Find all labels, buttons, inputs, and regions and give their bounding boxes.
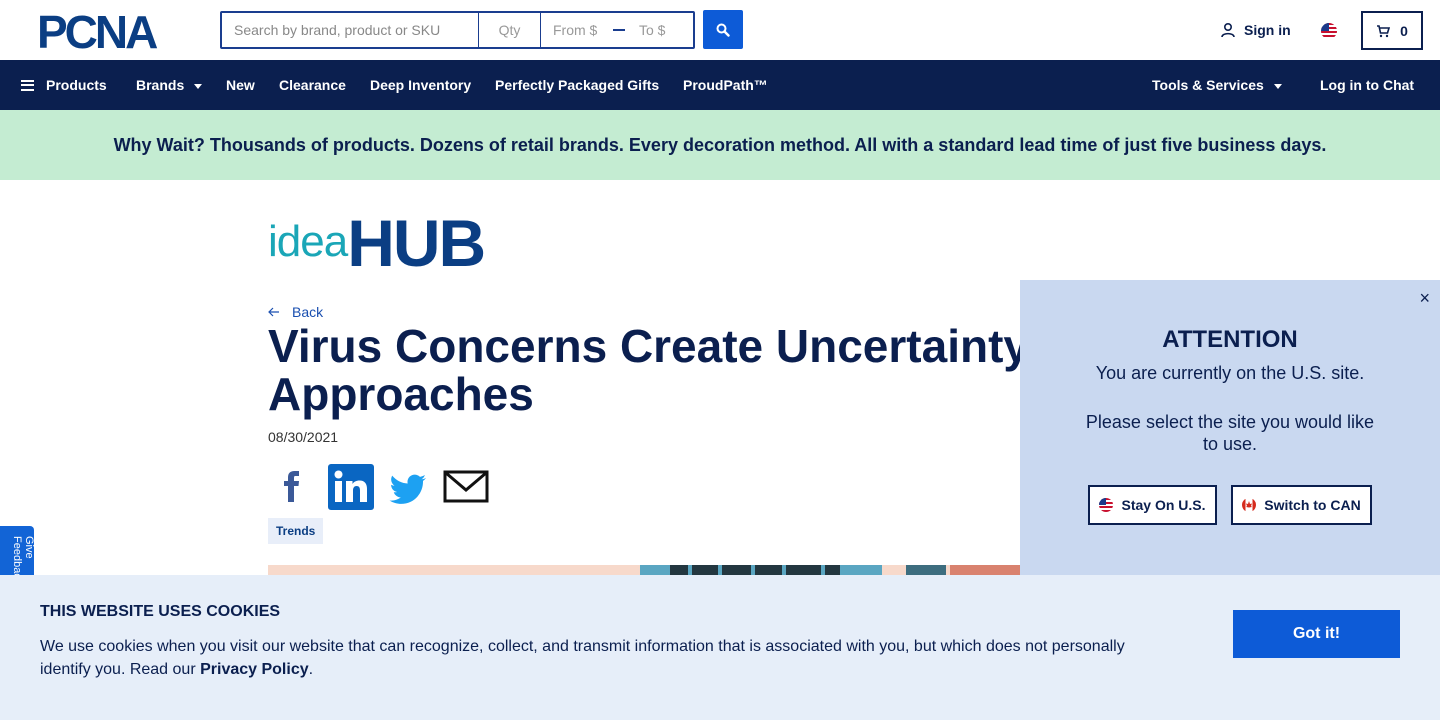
nav-new-label: New: [226, 77, 255, 93]
us-flag-icon: [1099, 498, 1114, 512]
nav-products-label: Products: [46, 77, 107, 93]
nav-new[interactable]: New: [226, 60, 255, 110]
nav-tools[interactable]: Tools & Services: [1152, 60, 1282, 110]
back-link[interactable]: Back: [268, 304, 323, 320]
switch-can-label: Switch to CAN: [1264, 497, 1361, 513]
cookie-body: We use cookies when you visit our websit…: [40, 635, 1160, 681]
pcna-logo[interactable]: PCNA: [37, 12, 184, 50]
price-to-input[interactable]: To $: [627, 13, 693, 47]
sign-in-label: Sign in: [1244, 22, 1291, 38]
nav-gifts-label: Perfectly Packaged Gifts: [495, 77, 660, 93]
nav-proudpath[interactable]: ProudPath™: [683, 60, 768, 110]
tag-badge[interactable]: Trends: [268, 518, 324, 544]
nav-gifts[interactable]: Perfectly Packaged Gifts: [495, 60, 659, 110]
email-icon[interactable]: [442, 464, 490, 510]
cookie-banner: THIS WEBSITE USES COOKIES We use cookies…: [0, 575, 1440, 720]
modal-title: ATTENTION: [1162, 326, 1298, 353]
search-bar: Search by brand, product or SKU Qty From…: [220, 11, 695, 49]
modal-instruction: Please select the site you would like to…: [1085, 412, 1375, 454]
twitter-icon[interactable]: [386, 464, 430, 510]
promo-banner: Why Wait? Thousands of products. Dozens …: [0, 110, 1440, 180]
nav-brands[interactable]: Brands: [136, 60, 203, 110]
nav-brands-label: Brands: [136, 77, 185, 93]
nav-clearance[interactable]: Clearance: [279, 60, 346, 110]
back-label: Back: [292, 304, 324, 320]
cart-count: 0: [1400, 22, 1408, 39]
main-nav: Products Brands New Clearance Deep Inven…: [0, 60, 1440, 110]
price-from-input[interactable]: From $: [541, 13, 611, 47]
cart-button[interactable]: 0: [1361, 11, 1423, 50]
privacy-policy-link[interactable]: Privacy Policy: [200, 661, 309, 678]
close-icon[interactable]: ×: [1419, 288, 1430, 309]
modal-current-site: You are currently on the U.S. site.: [1095, 363, 1365, 383]
us-flag-icon[interactable]: [1321, 23, 1337, 39]
nav-deep-inventory-label: Deep Inventory: [370, 77, 472, 93]
sign-in-link[interactable]: Sign in: [1220, 22, 1291, 38]
promo-text: Why Wait? Thousands of products. Dozens …: [113, 134, 1327, 155]
nav-proudpath-label: ProudPath™: [683, 77, 768, 93]
nav-chat[interactable]: Log in to Chat: [1320, 60, 1414, 110]
got-it-button[interactable]: Got it!: [1233, 610, 1400, 658]
region-modal: × ATTENTION You are currently on the U.S…: [1020, 280, 1440, 580]
nav-deep-inventory[interactable]: Deep Inventory: [370, 60, 471, 110]
linkedin-icon[interactable]: [328, 464, 374, 510]
menu-icon: [21, 79, 34, 91]
user-icon: [1221, 22, 1235, 38]
stay-us-button[interactable]: Stay On U.S.: [1088, 485, 1217, 525]
ideahub-hub: HUB: [347, 206, 486, 280]
ideahub-idea: idea: [268, 217, 348, 266]
nav-tools-label: Tools & Services: [1152, 77, 1264, 93]
chevron-down-icon: [1273, 83, 1282, 89]
ideahub-logo[interactable]: idea HUB: [268, 206, 486, 280]
nav-clearance-label: Clearance: [279, 77, 346, 93]
search-button[interactable]: [703, 10, 743, 49]
article-date: 08/30/2021: [268, 429, 339, 445]
price-range-dash: [611, 13, 627, 47]
nav-products[interactable]: Products: [21, 60, 107, 110]
arrow-left-icon: [268, 307, 279, 317]
search-icon: [716, 23, 730, 37]
cart-icon: [1377, 24, 1391, 37]
switch-can-button[interactable]: Switch to CAN: [1231, 485, 1372, 525]
nav-chat-label: Log in to Chat: [1320, 77, 1415, 93]
share-buttons: [268, 464, 490, 510]
qty-input[interactable]: Qty: [479, 13, 541, 47]
cookie-end: .: [308, 661, 314, 678]
facebook-icon[interactable]: [268, 464, 316, 510]
top-header: PCNA Search by brand, product or SKU Qty…: [0, 0, 1440, 60]
chevron-down-icon: [194, 83, 203, 89]
stay-us-label: Stay On U.S.: [1121, 497, 1206, 513]
logo-text: PCNA: [37, 12, 157, 50]
cookie-title: THIS WEBSITE USES COOKIES: [40, 603, 281, 620]
canada-flag-icon: [1242, 498, 1257, 512]
search-input[interactable]: Search by brand, product or SKU: [222, 13, 479, 47]
